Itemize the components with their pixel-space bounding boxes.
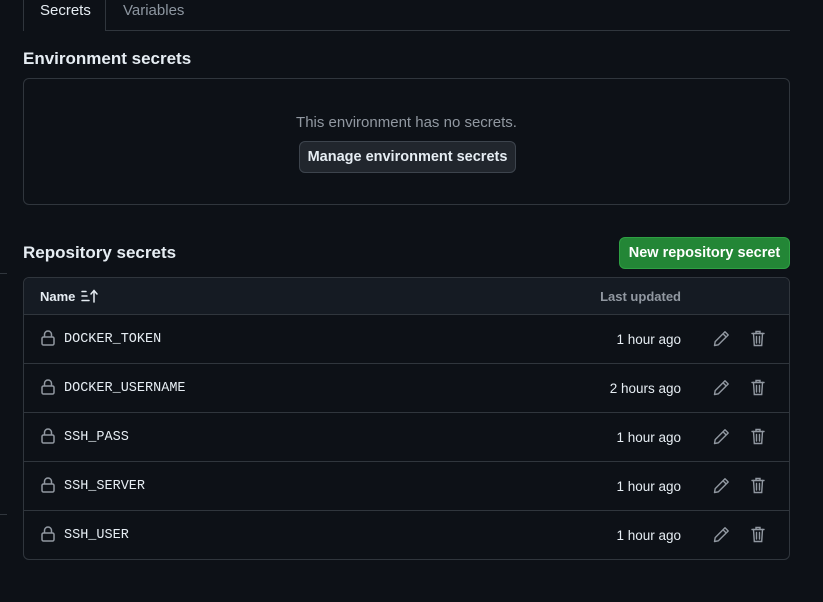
trash-icon[interactable] bbox=[751, 477, 765, 494]
table-row: DOCKER_USERNAME 2 hours ago bbox=[24, 364, 789, 413]
trash-icon[interactable] bbox=[751, 330, 765, 347]
empty-state-message: This environment has no secrets. bbox=[296, 114, 517, 131]
table-header: Name Last updated bbox=[24, 278, 789, 315]
pencil-icon[interactable] bbox=[713, 330, 730, 347]
column-header-name[interactable]: Name bbox=[40, 289, 75, 304]
pencil-icon[interactable] bbox=[713, 379, 730, 396]
lock-icon bbox=[41, 330, 55, 346]
secret-name: DOCKER_USERNAME bbox=[64, 381, 186, 396]
trash-icon[interactable] bbox=[751, 428, 765, 445]
environment-secrets-box: This environment has no secrets. Manage … bbox=[23, 78, 790, 205]
table-row: SSH_PASS 1 hour ago bbox=[24, 413, 789, 462]
repository-secrets-table: Name Last updated DOCKER_TOKEN 1 hour ag… bbox=[23, 277, 790, 560]
side-divider bbox=[0, 273, 7, 274]
table-row: DOCKER_TOKEN 1 hour ago bbox=[24, 315, 789, 364]
table-row: SSH_SERVER 1 hour ago bbox=[24, 462, 789, 511]
trash-icon[interactable] bbox=[751, 526, 765, 543]
lock-icon bbox=[41, 379, 55, 395]
table-row: SSH_USER 1 hour ago bbox=[24, 511, 789, 559]
manage-environment-secrets-button[interactable]: Manage environment secrets bbox=[299, 141, 516, 173]
secret-name: SSH_SERVER bbox=[64, 479, 146, 494]
lock-icon bbox=[41, 428, 55, 444]
last-updated: 1 hour ago bbox=[616, 430, 681, 445]
last-updated: 1 hour ago bbox=[616, 528, 681, 543]
side-divider bbox=[0, 514, 7, 515]
tab-bar: Secrets Variables bbox=[23, 0, 790, 31]
secret-name: SSH_USER bbox=[64, 528, 129, 543]
new-repository-secret-button[interactable]: New repository secret bbox=[619, 237, 790, 269]
lock-icon bbox=[41, 526, 55, 542]
tab-variables[interactable]: Variables bbox=[123, 0, 184, 30]
pencil-icon[interactable] bbox=[713, 428, 730, 445]
last-updated: 1 hour ago bbox=[616, 479, 681, 494]
trash-icon[interactable] bbox=[751, 379, 765, 396]
column-header-last-updated: Last updated bbox=[600, 289, 681, 304]
last-updated: 1 hour ago bbox=[616, 332, 681, 347]
repository-secrets-heading: Repository secrets bbox=[23, 243, 177, 262]
secrets-page: Secrets Variables Environment secrets Th… bbox=[0, 0, 823, 602]
environment-secrets-heading: Environment secrets bbox=[23, 49, 192, 68]
tab-secrets[interactable]: Secrets bbox=[23, 0, 106, 31]
pencil-icon[interactable] bbox=[713, 526, 730, 543]
pencil-icon[interactable] bbox=[713, 477, 730, 494]
secret-name: DOCKER_TOKEN bbox=[64, 332, 162, 347]
last-updated: 2 hours ago bbox=[609, 381, 681, 396]
sort-ascending-icon[interactable] bbox=[81, 289, 99, 303]
secret-name: SSH_PASS bbox=[64, 430, 129, 445]
lock-icon bbox=[41, 477, 55, 493]
